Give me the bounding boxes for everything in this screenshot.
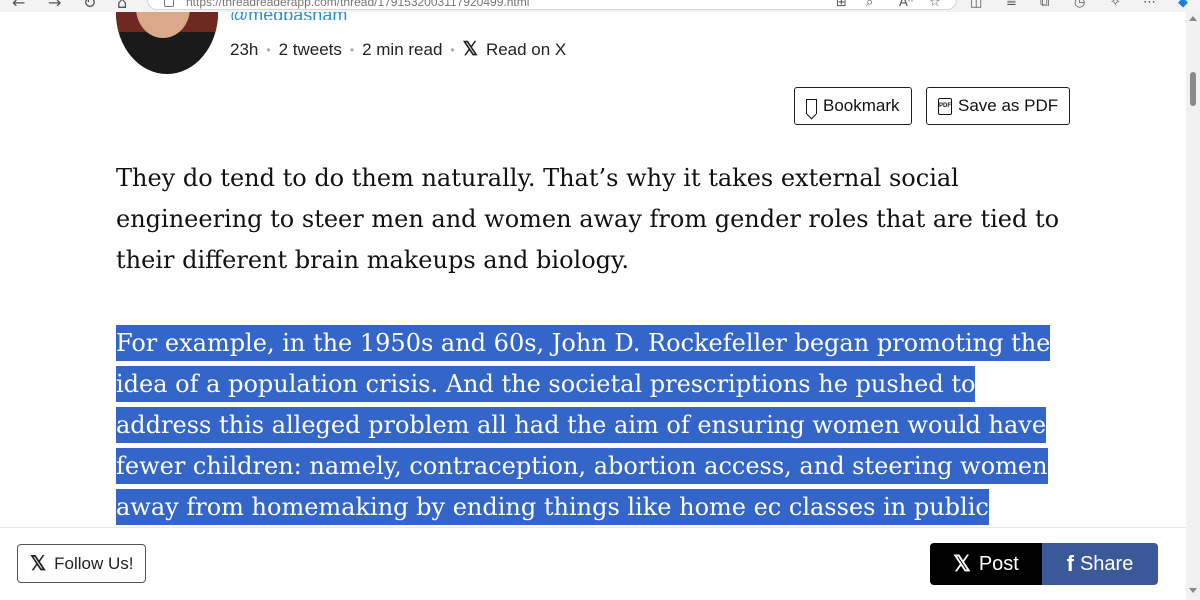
bookmark-button[interactable]: Bookmark bbox=[794, 87, 912, 125]
back-arrow-icon[interactable]: ← bbox=[12, 0, 25, 12]
extensions-icon[interactable]: ✧ bbox=[1110, 0, 1121, 11]
page-info-icon[interactable] bbox=[164, 0, 174, 7]
forward-arrow-icon[interactable]: → bbox=[48, 0, 61, 12]
menu-icon[interactable]: ⋯ bbox=[1143, 0, 1156, 11]
avatar-face bbox=[136, 12, 190, 38]
tweet-count[interactable]: 2 tweets bbox=[279, 40, 342, 60]
split-screen-icon[interactable]: ◫ bbox=[970, 0, 982, 11]
time-ago: 23h bbox=[230, 39, 259, 59]
bottom-share-bar: 𝕏 Follow Us! 𝕏 Post f Share bbox=[0, 527, 1186, 600]
reload-icon[interactable]: ↻ bbox=[83, 0, 96, 12]
post-label: Post bbox=[978, 552, 1019, 575]
copilot-icon[interactable]: ◆ bbox=[1178, 0, 1188, 11]
save-as-pdf-label: Save as PDF bbox=[958, 96, 1059, 115]
favorites-icon[interactable]: ≡ bbox=[1006, 0, 1017, 11]
thread-meta: 23h • 2 tweets • 2 min read • 𝕏 Read on … bbox=[230, 38, 566, 61]
vertical-scrollbar[interactable] bbox=[1186, 12, 1200, 600]
author-avatar[interactable] bbox=[116, 12, 218, 74]
bookmark-label: Bookmark bbox=[823, 96, 900, 115]
collections-icon[interactable]: ⧉ bbox=[1040, 0, 1049, 11]
favorite-star-icon[interactable]: ☆ bbox=[929, 0, 941, 11]
save-as-pdf-button[interactable]: PDF Save as PDF bbox=[926, 87, 1071, 125]
history-icon[interactable]: ◷ bbox=[1074, 0, 1085, 11]
author-handle[interactable]: @megbasham bbox=[230, 12, 347, 20]
x-logo-icon: 𝕏 bbox=[462, 39, 478, 60]
follow-us-label: Follow Us! bbox=[54, 553, 134, 573]
meta-separator: • bbox=[349, 42, 355, 57]
x-logo-icon: 𝕏 bbox=[953, 551, 971, 576]
tweet-paragraph-1: They do tend to do them naturally. That’… bbox=[116, 164, 1060, 274]
home-icon[interactable]: ⌂ bbox=[117, 0, 127, 12]
scroll-thumb[interactable] bbox=[1190, 72, 1196, 106]
meta-separator: • bbox=[450, 42, 455, 57]
browser-toolbar: ← → ↻ ⌂ https://threadreaderapp.com/thre… bbox=[0, 0, 1200, 12]
thread-page: @megbasham 23h • 2 tweets • 2 min read •… bbox=[0, 12, 1186, 600]
read-aloud-icon[interactable]: Aⁿ bbox=[899, 0, 913, 11]
bookmark-icon bbox=[806, 98, 817, 114]
share-label: Share bbox=[1079, 552, 1134, 575]
pdf-icon: PDF bbox=[938, 97, 952, 115]
meta-separator: • bbox=[266, 42, 271, 57]
read-on-x-link[interactable]: 𝕏 Read on X bbox=[463, 38, 567, 61]
read-time: 2 min read bbox=[362, 39, 443, 59]
address-url: https://threadreaderapp.com/thread/17915… bbox=[186, 0, 530, 9]
scroll-up-arrow-icon[interactable] bbox=[1189, 16, 1197, 21]
scroll-down-arrow-icon[interactable] bbox=[1189, 588, 1197, 593]
read-on-x-label: Read on X bbox=[485, 39, 567, 59]
x-logo-icon: 𝕏 bbox=[30, 553, 47, 575]
share-facebook-button[interactable]: f Share bbox=[1042, 543, 1158, 585]
facebook-icon: f bbox=[1066, 551, 1074, 576]
grid-icon[interactable]: ⊞ bbox=[836, 0, 847, 11]
follow-us-button[interactable]: 𝕏 Follow Us! bbox=[17, 544, 147, 583]
zoom-icon[interactable]: ⌕ bbox=[866, 0, 873, 11]
post-to-x-button[interactable]: 𝕏 Post bbox=[930, 543, 1042, 585]
